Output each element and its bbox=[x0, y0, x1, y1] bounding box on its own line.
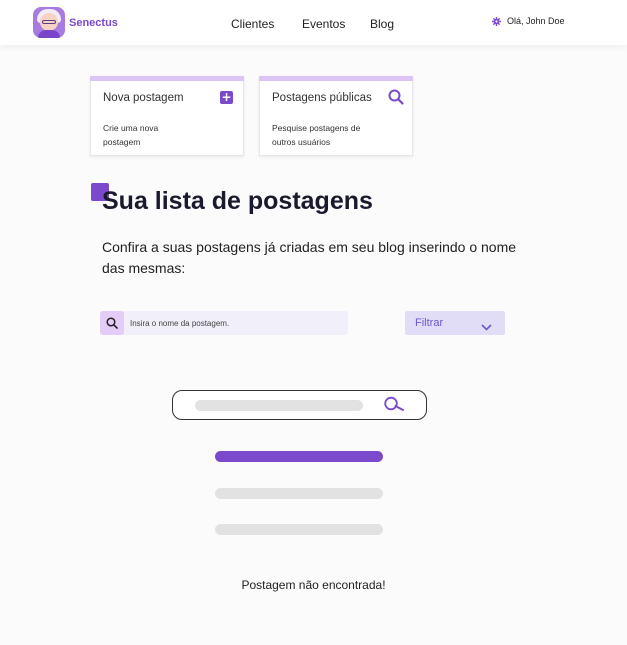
search-icon bbox=[383, 396, 405, 418]
user-menu[interactable]: Olá, John Doe bbox=[492, 16, 565, 26]
illustration-line bbox=[215, 524, 383, 535]
page-description: Confira a suas postagens já criadas em s… bbox=[102, 239, 517, 276]
empty-state-search-illustration bbox=[172, 390, 427, 420]
nav-eventos[interactable]: Eventos bbox=[302, 17, 345, 31]
card-new-post-desc: Crie uma nova postagem bbox=[103, 123, 159, 147]
gear-icon bbox=[492, 16, 501, 26]
top-header: Senectus Clientes Eventos Blog Olá, John… bbox=[0, 0, 627, 45]
search-icon[interactable] bbox=[388, 89, 404, 109]
brand-logo[interactable]: Senectus bbox=[33, 7, 118, 38]
nav-blog[interactable]: Blog bbox=[370, 17, 394, 31]
filter-label: Filtrar bbox=[415, 317, 444, 329]
plus-icon[interactable]: + bbox=[220, 91, 233, 104]
card-public-posts-title: Postagens públicas bbox=[272, 92, 372, 104]
illustration-line-highlight bbox=[215, 451, 383, 462]
card-new-post-title: Nova postagem bbox=[103, 92, 184, 104]
post-search-bar bbox=[100, 311, 348, 335]
card-public-posts-desc: Pesquise postagens de outros usuários bbox=[272, 123, 361, 147]
illustration-line bbox=[215, 488, 383, 499]
brand-name: Senectus bbox=[69, 16, 118, 29]
search-button[interactable] bbox=[100, 311, 124, 335]
card-public-posts[interactable]: Postagens públicas Pesquise postagens de… bbox=[259, 76, 413, 156]
user-greeting: Olá, John Doe bbox=[507, 16, 565, 26]
page-title: Sua lista de postagens bbox=[102, 187, 373, 215]
chevron-down-icon bbox=[481, 317, 492, 336]
illustration-bar bbox=[195, 400, 363, 411]
search-input[interactable] bbox=[130, 311, 340, 335]
card-new-post[interactable]: Nova postagem + Crie uma nova postagem bbox=[90, 76, 244, 156]
nav-clientes[interactable]: Clientes bbox=[231, 17, 274, 31]
search-icon bbox=[106, 317, 118, 329]
brand-avatar-icon bbox=[33, 7, 65, 38]
filter-dropdown[interactable]: Filtrar bbox=[405, 311, 505, 335]
empty-state-message: Postagem não encontrada! bbox=[241, 578, 386, 592]
